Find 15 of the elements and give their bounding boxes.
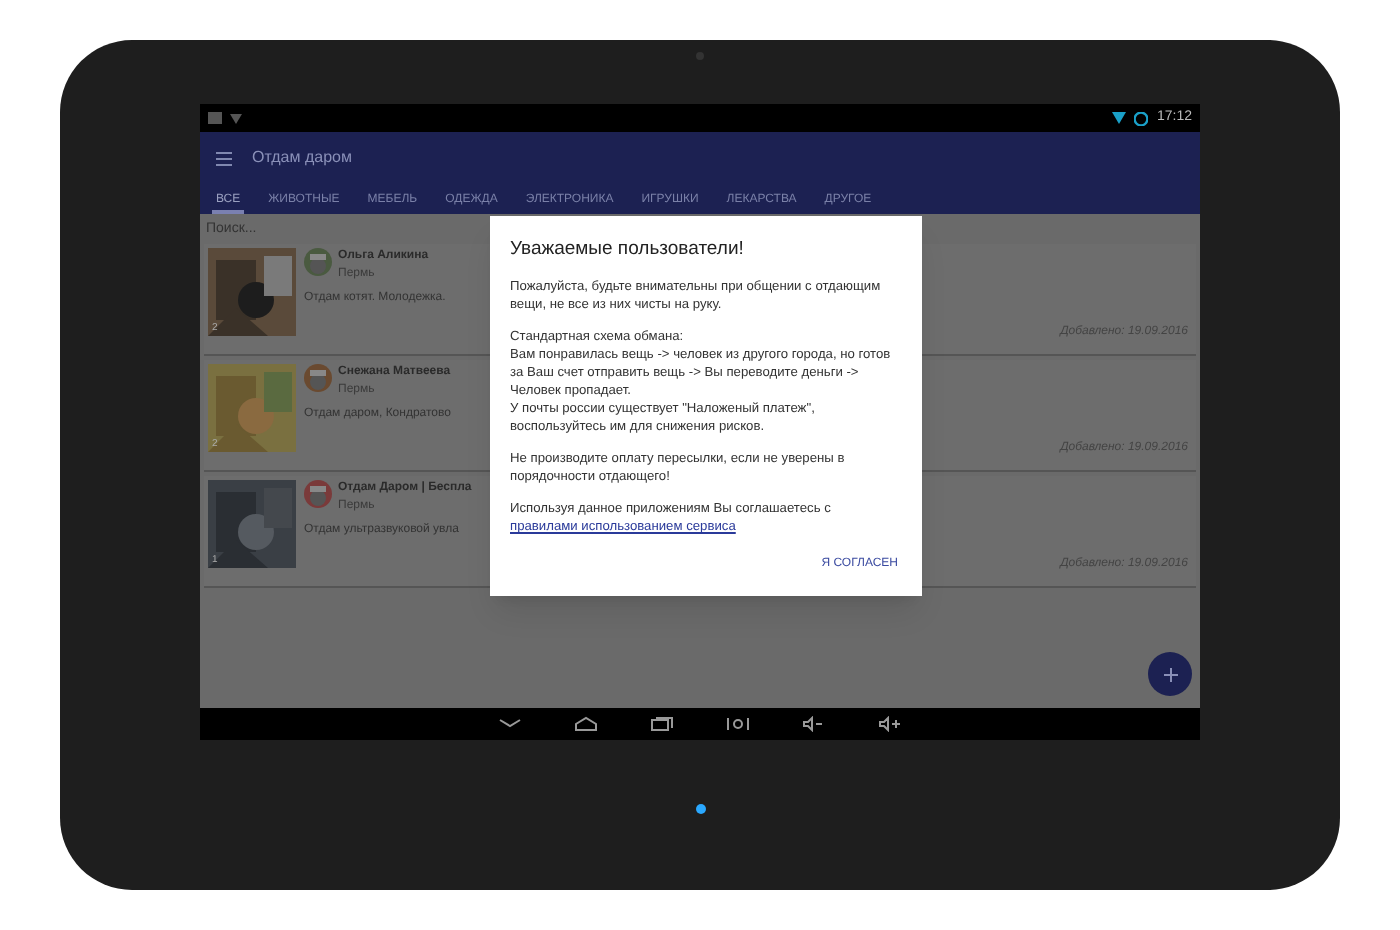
dialog-title: Уважаемые пользователи! (510, 236, 746, 264)
wifi-icon (1112, 112, 1127, 124)
add-button[interactable] (1148, 652, 1192, 696)
plus-icon (1163, 667, 1177, 681)
recent-apps-icon[interactable] (650, 716, 674, 732)
wifi-icon (230, 113, 242, 123)
home-icon[interactable] (574, 716, 598, 732)
back-icon[interactable] (498, 716, 522, 732)
menu-icon[interactable] (216, 151, 232, 165)
notification-light-icon (695, 804, 705, 814)
app-title: Отдам даром (252, 146, 352, 170)
volume-up-icon[interactable] (878, 716, 902, 732)
screenshot-icon[interactable] (726, 716, 750, 732)
volume-down-icon[interactable] (802, 716, 826, 732)
image-icon (208, 112, 222, 124)
